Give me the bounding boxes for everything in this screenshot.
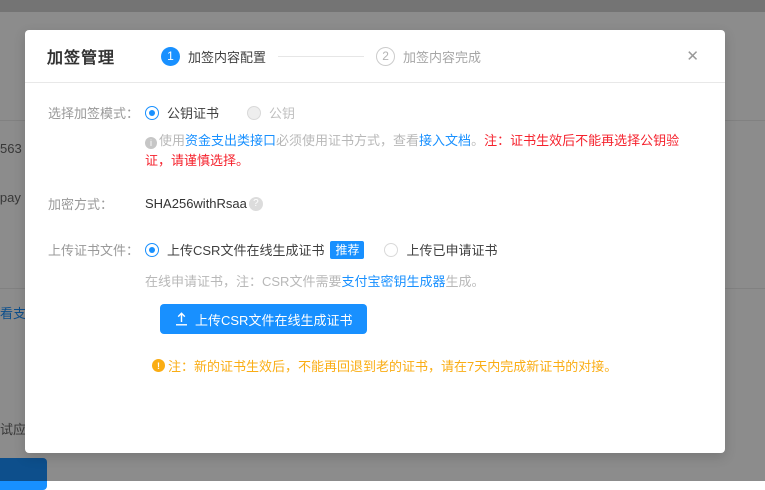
radio-label: 上传已申请证书	[406, 240, 497, 259]
warning-text: 注：新的证书生效后，不能再回退到老的证书，请在7天内完成新证书的对接。	[168, 356, 617, 375]
upload-cert-label: 上传证书文件：	[48, 240, 145, 259]
radio-label: 上传CSR文件在线生成证书	[167, 240, 324, 259]
radio-unchecked-icon	[384, 243, 398, 257]
sign-mode-row: 选择加签模式： 公钥证书 公钥	[48, 103, 701, 122]
recommended-badge: 推荐	[330, 241, 364, 259]
info-icon: i	[145, 137, 157, 149]
sign-mode-label: 选择加签模式：	[48, 103, 145, 122]
upload-cert-row: 上传证书文件： 上传CSR文件在线生成证书 推荐 上传已申请证书	[48, 240, 701, 259]
radio-public-key-cert[interactable]: 公钥证书	[145, 103, 219, 122]
radio-label: 公钥证书	[167, 103, 219, 122]
fund-api-link[interactable]: 资金支出类接口	[185, 133, 276, 148]
docs-link[interactable]: 接入文档	[419, 133, 471, 148]
step-connector-line	[278, 56, 364, 57]
csr-note: 在线申请证书，注：CSR文件需要支付宝密钥生成器生成。	[145, 272, 701, 292]
warning-icon: !	[152, 359, 165, 372]
radio-public-key: 公钥	[247, 103, 295, 122]
close-icon[interactable]: ✕	[682, 45, 703, 68]
radio-disabled-icon	[247, 106, 261, 120]
radio-label: 公钥	[269, 103, 295, 122]
upload-button-label: 上传CSR文件在线生成证书	[195, 310, 352, 329]
note-text: 在线申请证书，注：CSR文件需要	[145, 274, 341, 289]
upload-csr-button[interactable]: 上传CSR文件在线生成证书	[160, 304, 367, 334]
sign-mode-note: i使用资金支出类接口必须使用证书方式，查看接入文档。注：证书生效后不能再选择公钥…	[145, 131, 701, 171]
note-text: 使用	[159, 133, 185, 148]
upload-icon	[175, 312, 188, 326]
dialog-header: 加签管理 1 加签内容配置 2 加签内容完成 ✕	[25, 30, 725, 83]
note-text: 生成。	[445, 274, 484, 289]
note-text: 必须使用证书方式，查看	[276, 133, 419, 148]
help-icon[interactable]: ?	[249, 197, 263, 211]
step-2-circle: 2	[376, 47, 395, 66]
signature-management-dialog: 加签管理 1 加签内容配置 2 加签内容完成 ✕ 选择加签模式： 公钥证书 公钥	[25, 30, 725, 453]
radio-upload-csr[interactable]: 上传CSR文件在线生成证书 推荐	[145, 240, 364, 259]
step-2-label: 加签内容完成	[403, 47, 481, 66]
radio-checked-icon	[145, 243, 159, 257]
step-1-label: 加签内容配置	[188, 47, 266, 66]
key-generator-link[interactable]: 支付宝密钥生成器	[341, 274, 445, 289]
encrypt-method-label: 加密方式：	[48, 194, 145, 213]
encrypt-method-row: 加密方式： SHA256withRsaa ?	[48, 194, 701, 213]
step-1-circle: 1	[161, 47, 180, 66]
dialog-title: 加签管理	[47, 44, 115, 68]
bottom-warning: ! 注：新的证书生效后，不能再回退到老的证书，请在7天内完成新证书的对接。	[152, 356, 701, 375]
radio-checked-icon	[145, 106, 159, 120]
note-text: 。	[471, 133, 484, 148]
steps-indicator: 1 加签内容配置 2 加签内容完成	[161, 47, 481, 66]
dialog-body: 选择加签模式： 公钥证书 公钥 i使用资金支出类接口必须使用证书方式，查看接入文…	[25, 83, 725, 375]
radio-upload-existing[interactable]: 上传已申请证书	[384, 240, 497, 259]
encrypt-method-value: SHA256withRsaa	[145, 196, 247, 211]
